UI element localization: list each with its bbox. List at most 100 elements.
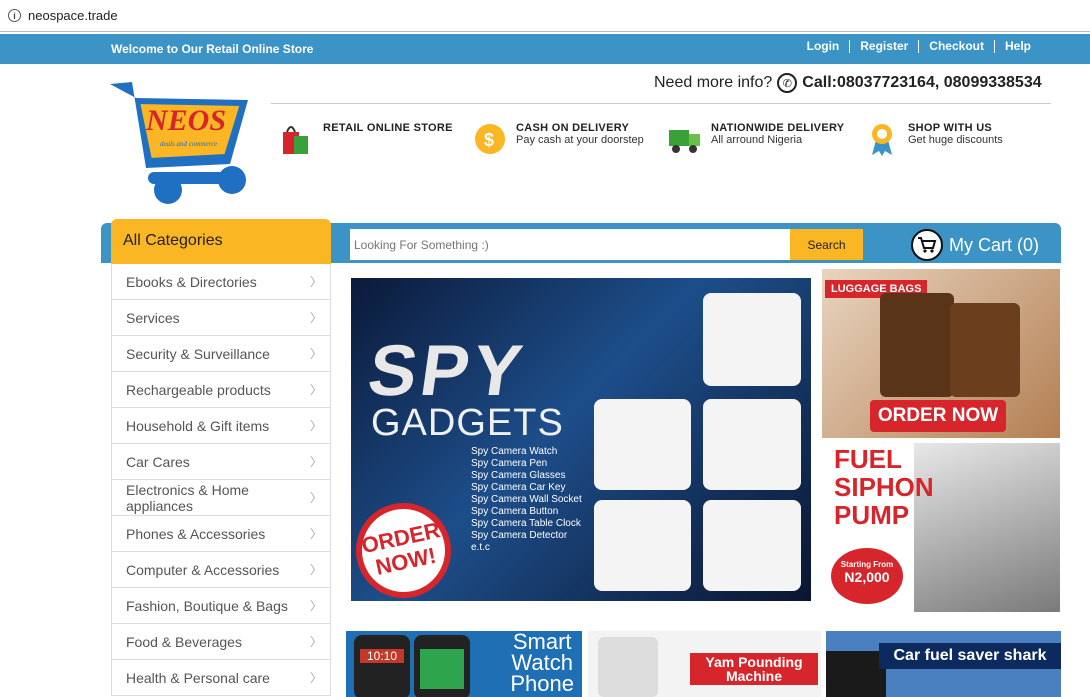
promo-title-line: Watch xyxy=(511,650,573,675)
award-ribbon-icon xyxy=(872,124,892,156)
yam-pounding-promo[interactable]: Yam Pounding Machine xyxy=(588,631,821,697)
help-link[interactable]: Help xyxy=(993,40,1041,53)
checkout-link[interactable]: Checkout xyxy=(918,40,994,53)
chevron-right-icon: 〉 xyxy=(309,527,322,541)
category-item[interactable]: Health & Personal care 〉 xyxy=(112,660,330,696)
shopping-bag-icon xyxy=(283,126,308,154)
luggage-bags-promo[interactable]: LUGGAGE BAGS ORDER NOW xyxy=(822,269,1060,438)
promo-title-line: PUMP xyxy=(834,500,910,530)
category-item[interactable]: Services 〉 xyxy=(112,300,330,336)
category-list: Ebooks & Directories 〉 Services 〉 Security… xyxy=(111,264,331,696)
site-info-icon[interactable]: i xyxy=(8,9,21,22)
watch-image xyxy=(414,635,470,697)
promo-title-line: Smart xyxy=(512,631,572,654)
divider xyxy=(271,103,1051,104)
chevron-right-icon: 〉 xyxy=(309,419,322,433)
top-bar: Welcome to Our Retail Online Store Login… xyxy=(0,34,1090,64)
contact-info: Need more info? ✆ Call:08037723164, 0809… xyxy=(654,73,1042,93)
category-label: Electronics & Home appliances xyxy=(126,481,249,514)
all-categories-tab[interactable]: All Categories xyxy=(111,219,331,264)
feature-retail: RETAIL ONLINE STORE xyxy=(281,122,453,156)
cart-button[interactable]: My Cart (0) xyxy=(911,229,1039,261)
wall-socket-image xyxy=(703,293,801,386)
category-label: Services xyxy=(126,309,180,326)
banner-item: Spy Camera Table Clock xyxy=(471,518,581,529)
category-label: Fashion, Boutique & Bags xyxy=(126,597,288,614)
order-now-button[interactable]: ORDER NOW xyxy=(870,400,1006,432)
category-item[interactable]: Fashion, Boutique & Bags 〉 xyxy=(112,588,330,624)
truck-icon xyxy=(669,130,700,153)
url-text: neospace.trade xyxy=(28,8,118,23)
feature-title: CASH ON DELIVERY xyxy=(516,122,630,134)
category-label: Household & Gift items xyxy=(126,417,270,434)
promo-title: FUEL SIPHON PUMP xyxy=(834,445,934,529)
feature-sub: All arround Nigeria xyxy=(711,134,803,146)
svg-text:deals and commerce: deals and commerce xyxy=(160,140,217,148)
category-label: Car Cares xyxy=(126,453,190,470)
category-item[interactable]: Food & Beverages 〉 xyxy=(112,624,330,660)
feature-cod: $ CASH ON DELIVERY Pay cash at your door… xyxy=(474,122,644,156)
banner-item: Spy Camera Pen xyxy=(471,458,548,469)
search-input[interactable] xyxy=(350,229,790,260)
feature-title: NATIONWIDE DELIVERY xyxy=(711,122,845,134)
category-item[interactable]: Rechargeable products 〉 xyxy=(112,372,330,408)
price-badge: Starting From N2,000 xyxy=(831,548,903,604)
spy-gadgets-banner[interactable]: SPY GADGETS Spy Camera Watch Spy Camera … xyxy=(351,278,811,601)
category-item[interactable]: Car Cares 〉 xyxy=(112,444,330,480)
feature-delivery: NATIONWIDE DELIVERY All arround Nigeria xyxy=(669,122,844,156)
car-fuel-saver-promo[interactable]: Car fuel saver shark xyxy=(826,631,1061,697)
feature-discount: SHOP WITH US Get huge discounts xyxy=(866,122,1003,156)
chevron-right-icon: 〉 xyxy=(309,275,322,289)
phone-icon: ✆ xyxy=(777,73,798,93)
category-label: Health & Personal care xyxy=(126,669,270,686)
category-item[interactable]: Household & Gift items 〉 xyxy=(112,408,330,444)
category-item[interactable]: Phones & Accessories 〉 xyxy=(112,516,330,552)
search-button[interactable]: Search xyxy=(790,229,863,260)
smart-watch-promo[interactable]: 10:10 Smart Watch Phone xyxy=(346,631,582,697)
browser-address-bar[interactable]: i neospace.trade xyxy=(0,0,1090,32)
promo-title-line: SIPHON xyxy=(834,472,934,502)
login-link[interactable]: Login xyxy=(797,40,850,53)
promo-title: Smart Watch Phone xyxy=(510,631,574,695)
luggage-image xyxy=(880,293,954,397)
category-item[interactable]: Security & Surveillance 〉 xyxy=(112,336,330,372)
feature-sub: Pay cash at your doorstep xyxy=(516,134,644,146)
fuel-siphon-promo[interactable]: FUEL SIPHON PUMP Starting From N2,000 xyxy=(822,443,1060,612)
spy-watch-image xyxy=(594,399,691,490)
promo-title-line: Yam Pounding xyxy=(705,654,803,670)
spy-pen-image xyxy=(703,500,801,591)
banner-subheadline: GADGETS xyxy=(371,402,564,444)
spy-car-key-image xyxy=(594,500,691,591)
category-label: Food & Beverages xyxy=(126,633,242,650)
luggage-image xyxy=(950,303,1020,397)
banner-headline: SPY xyxy=(363,331,531,411)
chevron-right-icon: 〉 xyxy=(309,383,322,397)
promo-title-line: FUEL xyxy=(834,444,902,474)
watch-screen-text: 10:10 xyxy=(360,649,404,663)
blender-image xyxy=(598,637,658,697)
register-link[interactable]: Register xyxy=(849,40,918,53)
category-label: Security & Surveillance xyxy=(126,345,270,362)
banner-item: e.t.c xyxy=(471,542,490,553)
banner-item: Spy Camera Glasses xyxy=(471,470,566,481)
spy-glasses-image xyxy=(703,399,801,490)
category-item[interactable]: Ebooks & Directories 〉 xyxy=(112,264,330,300)
banner-item: Spy Camera Watch xyxy=(471,446,558,457)
category-label: Rechargeable products xyxy=(126,381,271,398)
promo-title: Car fuel saver shark xyxy=(879,643,1061,669)
order-now-badge: ORDER NOW! xyxy=(351,494,460,601)
promo-title: Yam Pounding Machine xyxy=(690,653,818,685)
call-numbers: Call:08037723164, 08099338534 xyxy=(802,74,1042,91)
chevron-right-icon: 〉 xyxy=(309,311,322,325)
neos-logo[interactable]: NEOS deals and commerce xyxy=(110,72,255,212)
feature-title: SHOP WITH US xyxy=(908,122,993,134)
category-item[interactable]: Computer & Accessories 〉 xyxy=(112,552,330,588)
feature-sub: Get huge discounts xyxy=(908,134,1003,146)
account-links: Login Register Checkout Help xyxy=(797,40,1041,53)
fuel-pump-image xyxy=(914,443,1060,612)
chevron-right-icon: 〉 xyxy=(309,671,322,685)
category-item[interactable]: Electronics & Home appliances 〉 xyxy=(112,480,330,516)
banner-item: Spy Camera Detector xyxy=(471,530,568,541)
price-label: Starting From xyxy=(840,560,894,569)
chevron-right-icon: 〉 xyxy=(309,635,322,649)
